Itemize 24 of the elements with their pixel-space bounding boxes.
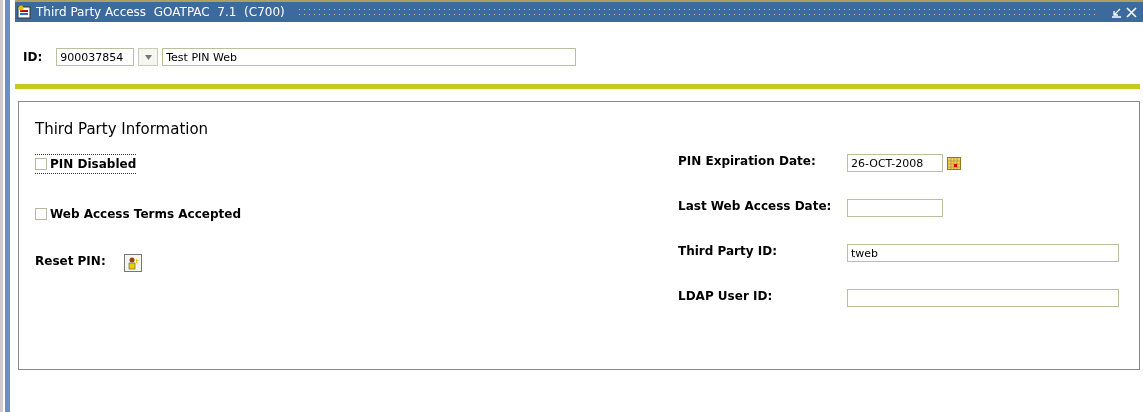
field-label: Third Party ID: (678, 244, 778, 258)
reset-pin-button[interactable] (123, 254, 142, 272)
input-field[interactable]: tweb (847, 244, 1119, 262)
checkbox-option[interactable]: Web Access Terms Accepted (35, 204, 241, 224)
dropdown-button[interactable] (138, 48, 159, 66)
name-field[interactable]: Test PIN Web (162, 48, 577, 66)
input-field[interactable]: 26-OCT-2008 (847, 154, 943, 172)
field-label: LDAP User ID: (678, 289, 774, 303)
minimize-icon[interactable] (1111, 6, 1122, 18)
calendar-icon (947, 156, 961, 170)
id-field[interactable]: 900037854 (56, 48, 135, 66)
person-icon (126, 256, 139, 270)
input-field[interactable] (847, 289, 1119, 307)
input-field[interactable] (847, 199, 943, 217)
reset-pin-label: Reset PIN: (35, 254, 106, 268)
window-title: Third Party Access GOATPAC 7.1 (C700) (36, 5, 285, 19)
form-icon (17, 4, 32, 20)
section-title: Third Party Information (35, 120, 210, 138)
field-label: PIN Expiration Date: (678, 154, 817, 168)
id-label: ID: (23, 50, 43, 64)
close-icon[interactable] (1126, 6, 1137, 18)
caret-icon (144, 54, 152, 60)
field-label: Last Web Access Date: (678, 199, 833, 213)
checkbox-option[interactable]: PIN Disabled (35, 154, 137, 174)
